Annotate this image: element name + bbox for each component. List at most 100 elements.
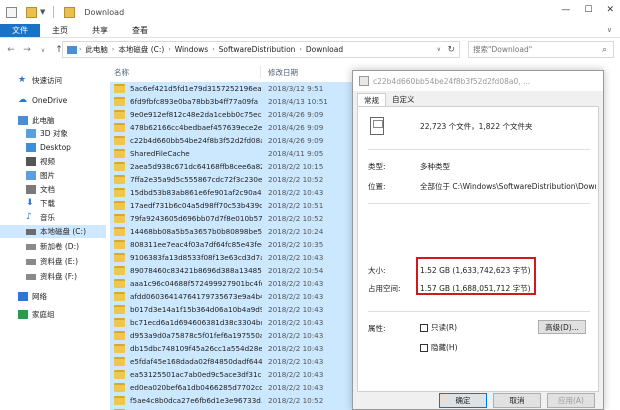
sidebar-item-local-disk-c[interactable]: 本地磁盘 (C:) xyxy=(0,225,106,238)
table-row[interactable]: ea53125501ac7ab0ed9c5ace3df31cd... 2018/2… xyxy=(110,368,356,381)
file-date: 2018/2/2 10:35 xyxy=(268,240,324,249)
sidebar-item-videos[interactable]: 视频 xyxy=(26,155,55,168)
checkbox-icon[interactable] xyxy=(420,323,428,332)
file-name: 14468bb08a5b5a3657b0b80898be52... xyxy=(130,227,262,236)
table-row[interactable]: aaa1c96c04688f572499927901bc4fd6... 2018/… xyxy=(110,277,356,290)
table-row[interactable]: c22b4d660bb54be24f8b3f52d2fd08a0 2018/4/2… xyxy=(110,134,356,147)
toolbar-separator xyxy=(53,6,55,18)
sidebar-item-documents[interactable]: 文档 xyxy=(26,183,55,196)
sidebar-item-this-pc[interactable]: 此电脑 xyxy=(18,114,55,127)
navigation-pane: ★ 快速访问 ☁ OneDrive 此电脑 3D 对象 Desktop 视频 图… xyxy=(0,62,106,410)
sidebar-item-drive-e[interactable]: 资料盘 (E:) xyxy=(26,255,78,268)
address-bar[interactable]: › 此电脑 › 本地磁盘 (C:) › Windows › SoftwareDi… xyxy=(62,41,460,58)
computer-icon xyxy=(18,116,28,125)
maximize-button[interactable]: ☐ xyxy=(584,5,592,15)
table-row[interactable]: ed0ea020bef6a1db0466285d7702cd... 2018/2/… xyxy=(110,381,356,394)
tab-general[interactable]: 常规 xyxy=(357,93,386,106)
table-row[interactable]: 14468bb08a5b5a3657b0b80898be52... 2018/2/… xyxy=(110,225,356,238)
back-arrow-icon[interactable]: ← xyxy=(6,45,16,55)
folder-icon xyxy=(114,357,125,366)
expand-ribbon-icon[interactable]: ∨ xyxy=(607,26,612,34)
table-row[interactable]: afdd06036414764179735673e9a4b4... 2018/2/… xyxy=(110,290,356,303)
tab-view[interactable]: 查看 xyxy=(120,24,160,37)
table-row[interactable]: 478b62166cc4bedbaef457639ece2e3b 2018/4/2… xyxy=(110,121,356,134)
table-row[interactable]: 6fd9fbfc893e0ba78bb3b4ff77a09fa 2018/4/13… xyxy=(110,95,356,108)
forward-arrow-icon[interactable]: → xyxy=(22,45,32,55)
table-row[interactable]: 808311ee7eac4f03a7df64fc85e43fed... 2018/… xyxy=(110,238,356,251)
column-divider[interactable] xyxy=(260,66,261,78)
file-date: 2018/2/2 10:15 xyxy=(268,162,324,171)
drive-icon xyxy=(26,273,36,280)
tab-home[interactable]: 主页 xyxy=(40,24,80,37)
table-row[interactable]: b017d3e14a1f15b364d06a10b4a9d9... 2018/2/… xyxy=(110,303,356,316)
customize-toolbar-icon[interactable]: ▼ xyxy=(40,8,45,16)
table-row[interactable]: 5ac6ef421d5fd1e79d3157252196ea32 2018/3/1… xyxy=(110,82,356,95)
tab-share[interactable]: 共享 xyxy=(80,24,120,37)
table-row[interactable]: 79fa9243605d696bb07d7f8e010b574... 2018/2… xyxy=(110,212,356,225)
sidebar-item-onedrive[interactable]: ☁ OneDrive xyxy=(18,94,67,107)
cloud-icon: ☁ xyxy=(18,95,27,105)
ok-button[interactable]: 确定 xyxy=(439,393,487,408)
sidebar-item-volume-d[interactable]: 新加卷 (D:) xyxy=(26,240,79,253)
advanced-button[interactable]: 高级(D)... xyxy=(538,320,586,334)
file-date: 2018/4/26 9:09 xyxy=(268,123,324,132)
file-name: d953a9d0a75878c5f01fef6a197550a9... xyxy=(130,331,262,340)
sidebar-item-quick-access[interactable]: ★ 快速访问 xyxy=(18,74,62,87)
table-row[interactable]: d953a9d0a75878c5f01fef6a197550a9... 2018/… xyxy=(110,329,356,342)
table-row[interactable]: 9e0e912ef812c48e2da1cebb0c75ec0d 2018/4/2… xyxy=(110,108,356,121)
breadcrumb-windows[interactable]: Windows xyxy=(175,45,208,54)
table-row[interactable]: 9106383fa13d8533f08f13e63cd3d7aa... 2018/… xyxy=(110,251,356,264)
breadcrumb-softwaredistribution[interactable]: SoftwareDistribution xyxy=(219,45,296,54)
sidebar-item-homegroup[interactable]: 家庭组 xyxy=(18,308,55,321)
table-row[interactable]: 7ffa2e35a9d5c555867cdc72f3c230e0... 2018/… xyxy=(110,173,356,186)
search-input[interactable] xyxy=(473,45,583,54)
file-date: 2018/3/12 9:51 xyxy=(268,84,324,93)
sidebar-item-network[interactable]: 网络 xyxy=(18,290,47,303)
column-header-name[interactable]: 名称 xyxy=(114,67,129,78)
file-date: 2018/2/2 10:54 xyxy=(268,266,324,275)
properties-icon[interactable] xyxy=(6,6,17,18)
chevron-down-icon[interactable]: ∨ xyxy=(437,46,441,53)
column-header-date[interactable]: 修改日期 xyxy=(268,67,298,78)
file-name: 79fa9243605d696bb07d7f8e010b574... xyxy=(130,214,262,223)
breadcrumb-local-disk[interactable]: 本地磁盘 (C:) xyxy=(118,44,164,55)
search-icon[interactable]: ⌕ xyxy=(602,45,607,55)
table-row[interactable]: 2aea5d938c671dc64168ffb8cee6a82... 2018/2… xyxy=(110,160,356,173)
minimize-button[interactable]: — xyxy=(561,5,570,15)
table-row[interactable]: 15dbd53b83ab861e6fe901af2c90a49... 2018/2… xyxy=(110,186,356,199)
sidebar-item-desktop[interactable]: Desktop xyxy=(26,141,71,154)
table-row[interactable]: e5fdaf45e168dada02f84850dadf6444... 2018/… xyxy=(110,355,356,368)
breadcrumb-download[interactable]: Download xyxy=(306,45,343,54)
folder-icon xyxy=(114,318,125,327)
folder-icon xyxy=(114,110,125,119)
cancel-button[interactable]: 取消 xyxy=(493,393,541,408)
sidebar-item-pictures[interactable]: 图片 xyxy=(26,169,55,182)
apply-button[interactable]: 应用(A) xyxy=(547,393,595,408)
divider xyxy=(368,311,590,312)
checkbox-icon[interactable] xyxy=(420,343,428,352)
file-date: 2018/2/2 10:43 xyxy=(268,279,324,288)
table-row[interactable]: db15dbc748109f45a26cc1a554d28e5... 2018/2… xyxy=(110,342,356,355)
drive-icon xyxy=(26,258,36,265)
table-row[interactable]: 89078460c83421b8696d388a134854... 2018/2/… xyxy=(110,264,356,277)
sidebar-item-3d-objects[interactable]: 3D 对象 xyxy=(26,127,68,140)
table-row[interactable]: SharedFileCache 2018/4/11 9:05 xyxy=(110,147,356,160)
file-date: 2018/2/2 10:43 xyxy=(268,253,324,262)
title-bar: ▼ Download — ☐ ✕ xyxy=(0,0,620,24)
sidebar-item-music[interactable]: ♪ 音乐 xyxy=(26,211,55,224)
refresh-icon[interactable]: ↻ xyxy=(447,45,455,55)
file-name: aaa1c96c04688f572499927901bc4fd6... xyxy=(130,279,262,288)
sidebar-item-drive-f[interactable]: 资料盘 (F:) xyxy=(26,270,77,283)
new-folder-icon[interactable] xyxy=(26,6,37,18)
sidebar-item-downloads[interactable]: ⬇ 下载 xyxy=(26,197,55,210)
breadcrumb-this-pc[interactable]: 此电脑 xyxy=(85,44,108,55)
tab-file[interactable]: 文件 xyxy=(0,24,40,37)
table-row[interactable]: 17aedf731b6c04a5d98ff70c53b439cd... 2018/… xyxy=(110,199,356,212)
tab-customize[interactable]: 自定义 xyxy=(386,93,421,106)
table-row[interactable]: bc71ecd6a1d694606381d38c3304bc... 2018/2/… xyxy=(110,316,356,329)
readonly-checkbox[interactable]: 只读(R) xyxy=(420,322,457,333)
recent-locations-icon[interactable]: ∨ xyxy=(38,47,48,54)
close-button[interactable]: ✕ xyxy=(606,5,614,15)
table-row[interactable]: f5ae4c8b0dca27e6fb6d1e3e96733d... 2018/2/… xyxy=(110,394,356,407)
hidden-checkbox[interactable]: 隐藏(H) xyxy=(420,342,458,353)
